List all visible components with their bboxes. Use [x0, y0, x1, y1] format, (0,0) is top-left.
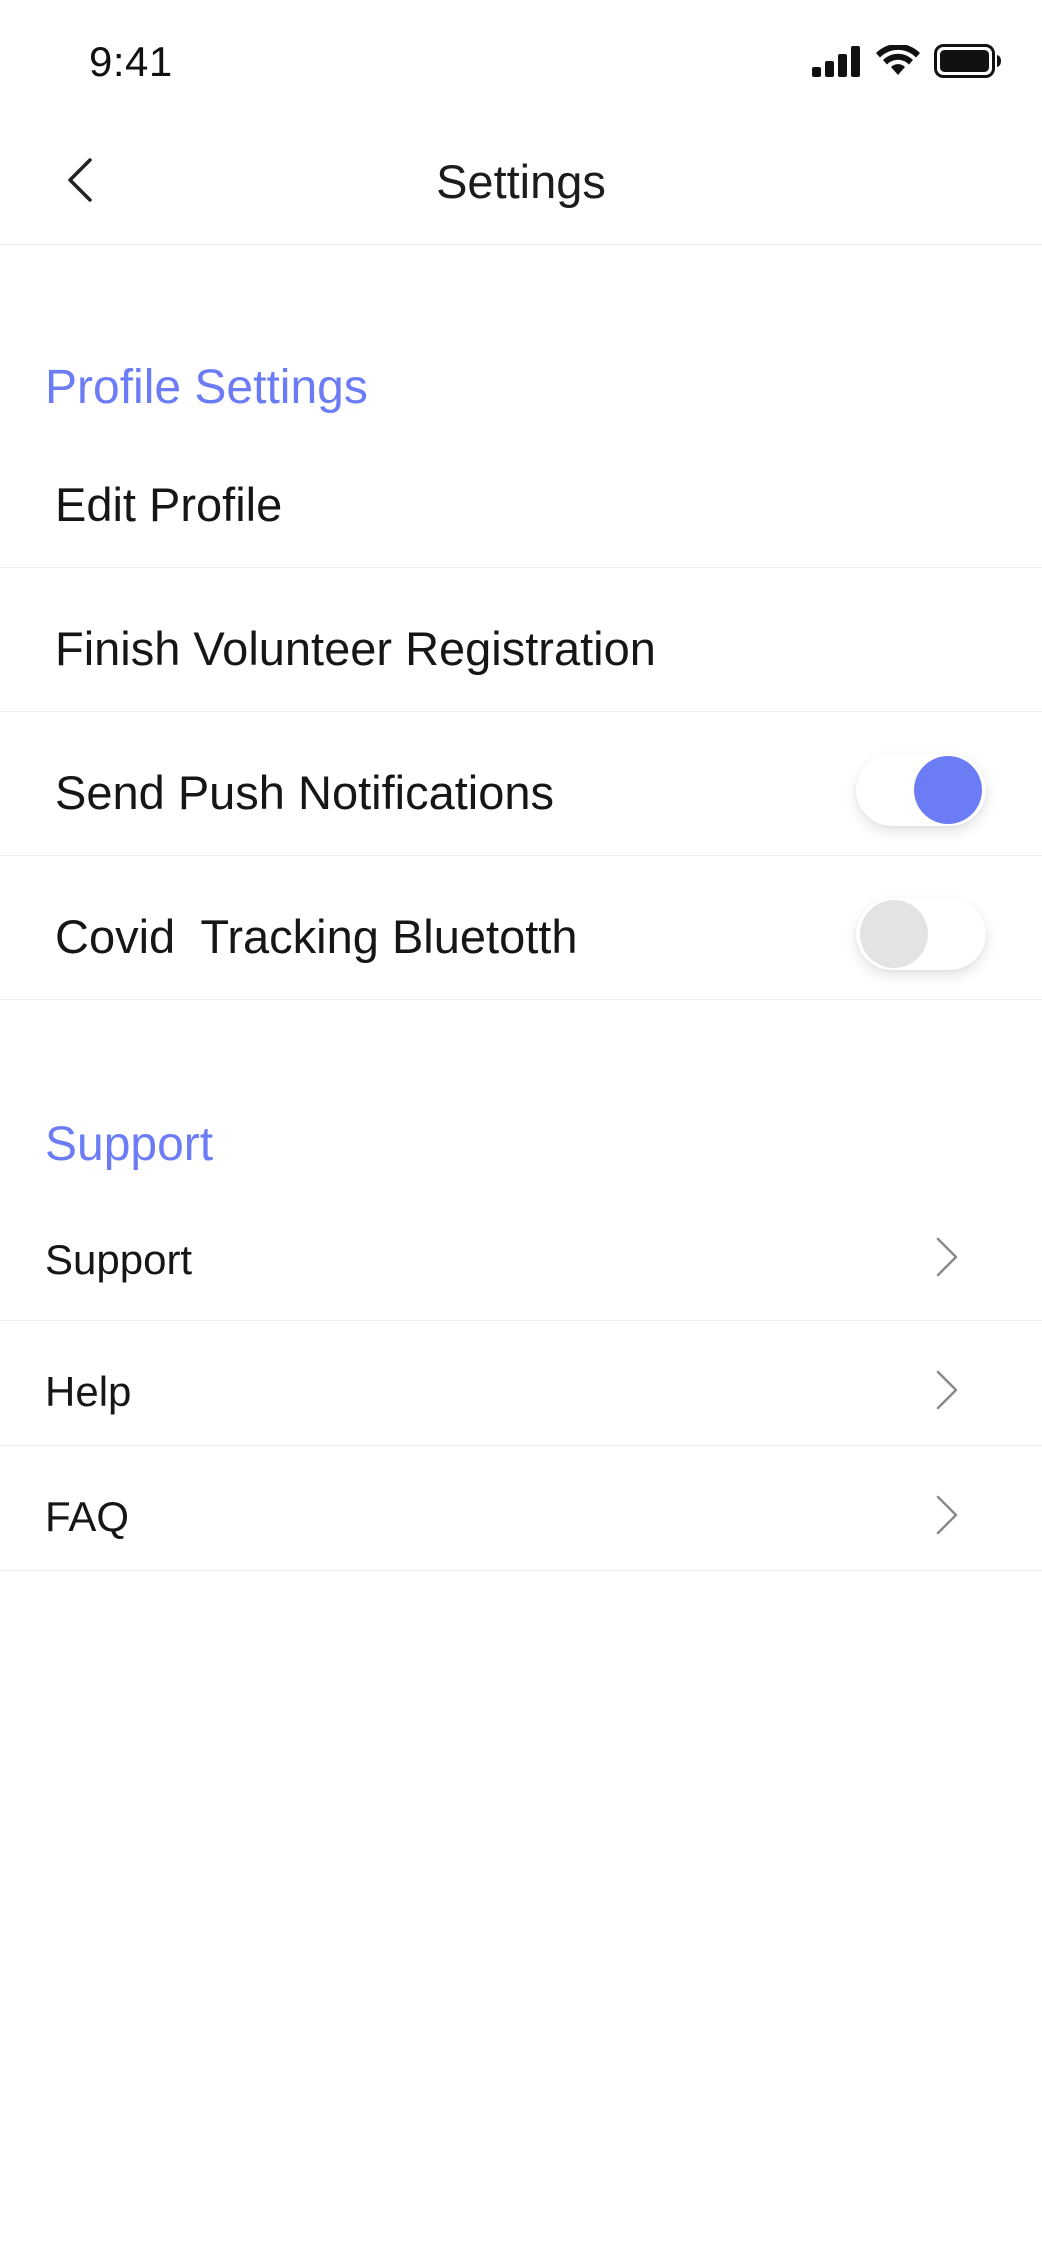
toggle-knob [860, 900, 928, 968]
row-label: Edit Profile [55, 478, 283, 531]
settings-row-edit-profile[interactable]: Edit Profile [0, 432, 1042, 568]
settings-row-help[interactable]: Help [0, 1321, 1042, 1446]
status-icons [812, 43, 1002, 83]
row-label: Covid Tracking Bluetotth [55, 910, 578, 963]
row-label: FAQ [45, 1493, 130, 1540]
row-label: Help [45, 1368, 132, 1415]
row-label: Finish Volunteer Registration [55, 622, 656, 675]
wifi-icon [876, 43, 920, 82]
toggle-knob [914, 756, 982, 824]
chevron-right-icon [932, 1234, 962, 1280]
push-notifications-toggle[interactable] [856, 754, 986, 826]
settings-row-finish-volunteer-registration[interactable]: Finish Volunteer Registration [0, 568, 1042, 712]
row-label: Support [45, 1236, 193, 1283]
settings-screen: 9:41 Settings Profile Settings Edit Prof… [0, 0, 1042, 2256]
chevron-right-icon [932, 1492, 962, 1538]
covid-tracking-bluetooth-toggle[interactable] [856, 898, 986, 970]
status-bar: 9:41 [0, 0, 1042, 120]
status-time: 9:41 [89, 38, 173, 85]
battery-icon [934, 44, 1002, 83]
signal-icon [812, 45, 862, 82]
section-title-support: Support [45, 1118, 214, 1171]
nav-bar: Settings [0, 120, 1042, 245]
section-title-profile-settings: Profile Settings [45, 361, 368, 414]
settings-row-faq[interactable]: FAQ [0, 1446, 1042, 1571]
chevron-right-icon [932, 1367, 962, 1413]
row-label: Send Push Notifications [55, 766, 555, 819]
page-title: Settings [436, 155, 606, 208]
settings-row-covid-tracking-bluetooth: Covid Tracking Bluetotth [0, 856, 1042, 1000]
settings-row-push-notifications: Send Push Notifications [0, 712, 1042, 856]
settings-row-support[interactable]: Support [0, 1196, 1042, 1321]
